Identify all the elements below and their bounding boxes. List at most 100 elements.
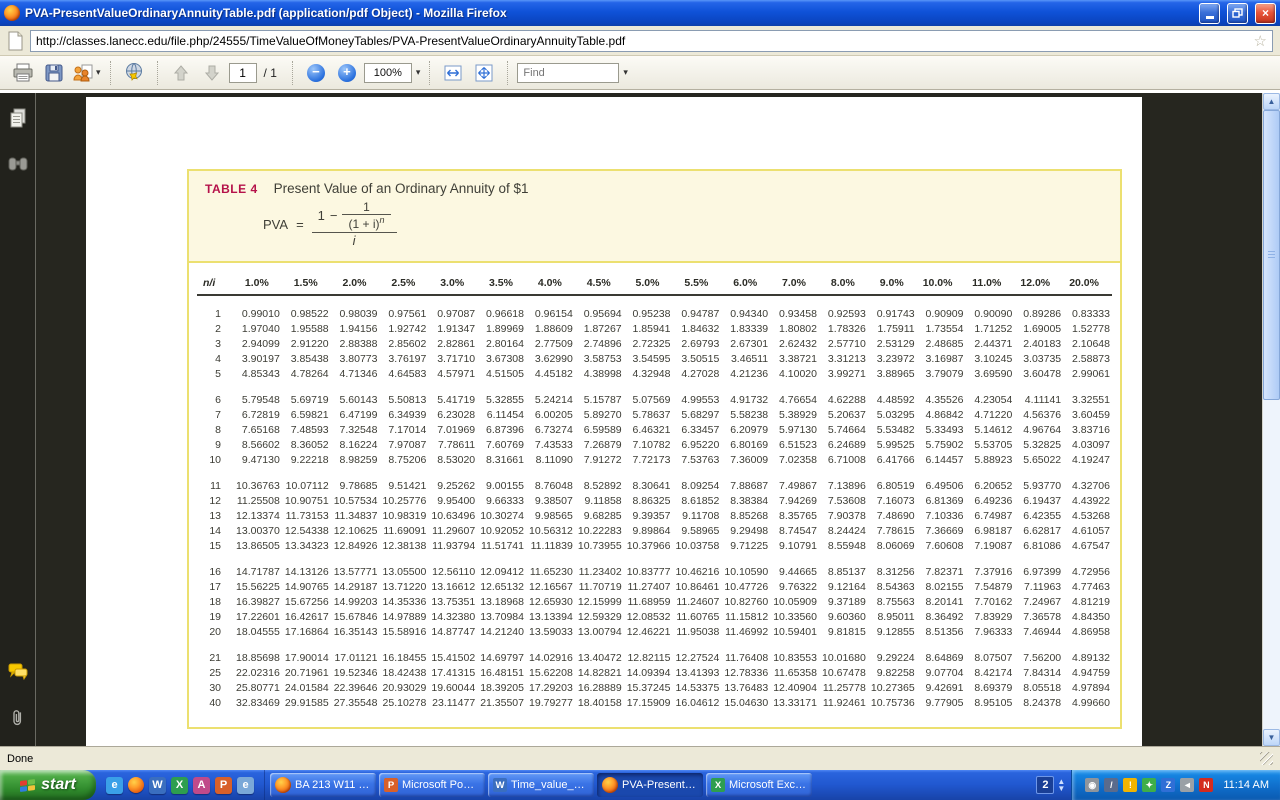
ie-icon[interactable]: e [106, 777, 123, 794]
table-number-label: TABLE 4 [205, 182, 258, 196]
formula-lhs: PVA [263, 217, 288, 232]
table-row: 1211.2550810.9075110.5753410.257769.9540… [197, 494, 1112, 509]
toolbar-separator [157, 61, 158, 85]
collaborate-icon [71, 63, 95, 83]
word-icon: W [493, 778, 507, 792]
device-icon[interactable]: ◉ [1085, 778, 1099, 792]
fit-page-button[interactable] [470, 59, 498, 87]
table-row: 1312.1337411.7315311.3483710.9831910.634… [197, 509, 1112, 524]
column-header: 4.5% [575, 277, 624, 289]
location-bar: ☆ [0, 26, 1280, 56]
page-number-input[interactable] [229, 63, 257, 83]
column-header: 11.0% [965, 277, 1014, 289]
scrollbar-thumb[interactable] [1263, 110, 1280, 400]
save-button[interactable] [40, 59, 68, 87]
column-header: 1.0% [233, 277, 282, 289]
zone-icon[interactable]: Z [1161, 778, 1175, 792]
find-dropdown-caret[interactable]: ▾ [623, 67, 628, 78]
comments-panel-button[interactable] [7, 662, 29, 685]
url-input[interactable] [30, 30, 1273, 52]
resize-grip[interactable] [1260, 752, 1273, 765]
status-bar: Done [0, 746, 1280, 770]
firefox-icon [275, 777, 291, 793]
scroll-up-arrow[interactable]: ▲ [1263, 93, 1280, 110]
pdf-sidebar [0, 93, 36, 746]
column-header: 4.0% [526, 277, 575, 289]
excel-icon[interactable]: X [171, 777, 188, 794]
web-button[interactable] [120, 59, 148, 87]
taskbar: start eWXAPe BA 213 W11 (Pasc...PMicroso… [0, 770, 1280, 800]
table-row: 1413.0037012.5433812.1062511.6909111.296… [197, 524, 1112, 539]
taskbar-button-label: Microsoft Excel - r... [729, 779, 807, 791]
attachments-panel-button[interactable] [10, 707, 26, 734]
table-row: 2018.0455517.1686416.3514315.5891614.877… [197, 625, 1112, 640]
pages-icon [8, 107, 28, 129]
taskbar-button-label: Microsoft PowerPo... [402, 779, 480, 791]
print-button[interactable] [9, 59, 37, 87]
pen-icon[interactable]: / [1104, 778, 1118, 792]
table-row: 76.728196.598216.471996.349396.230286.11… [197, 408, 1112, 423]
norton-icon[interactable]: N [1199, 778, 1213, 792]
minimize-button[interactable] [1199, 3, 1220, 24]
start-label: start [41, 776, 76, 794]
scrollbar-track[interactable] [1263, 110, 1280, 729]
zoom-level-select[interactable]: 100% [364, 63, 412, 83]
taskbar-button[interactable]: BA 213 W11 (Pasc... [270, 773, 376, 797]
table-row: 10.990100.985220.980390.975610.970870.96… [197, 307, 1112, 322]
powerpoint-icon[interactable]: P [215, 777, 232, 794]
column-header: n/i [197, 277, 233, 289]
column-header: 2.5% [379, 277, 428, 289]
column-header: 9.0% [868, 277, 917, 289]
taskbar-clock[interactable]: 11:14 AM [1223, 779, 1269, 791]
bookmark-star-icon[interactable]: ☆ [1254, 32, 1267, 50]
pdf-page: TABLE 4 Present Value of an Ordinary Ann… [86, 97, 1142, 746]
taskbar-button[interactable]: PMicrosoft PowerPo... [379, 773, 485, 797]
column-header: 10.0% [917, 277, 966, 289]
start-button[interactable]: start [0, 770, 96, 800]
find-input[interactable] [517, 63, 619, 83]
zoom-dropdown-caret[interactable]: ▾ [416, 67, 421, 78]
shield-icon[interactable]: ! [1123, 778, 1137, 792]
zoom-out-button[interactable]: − [302, 59, 330, 87]
restore-button[interactable] [1227, 3, 1248, 24]
previous-page-button[interactable] [167, 59, 195, 87]
taskbar-button[interactable]: PVA-PresentValue... [597, 773, 703, 797]
access-icon[interactable]: A [193, 777, 210, 794]
close-button[interactable]: × [1255, 3, 1276, 24]
column-header: 5.0% [624, 277, 673, 289]
table-row: 1110.3676310.071129.786859.514219.252629… [197, 479, 1112, 494]
column-header: 12.0% [1014, 277, 1063, 289]
zoom-in-button[interactable]: + [333, 59, 361, 87]
firefox-icon[interactable] [128, 777, 144, 793]
grouped-windows-badge[interactable]: 2 [1036, 776, 1054, 794]
pva-formula: PVA = 1 − 1 (1 + i)n [263, 200, 1104, 249]
column-header: 3.0% [428, 277, 477, 289]
excel-icon: X [711, 778, 725, 792]
annuity-table-card: TABLE 4 Present Value of an Ordinary Ann… [187, 169, 1122, 729]
table-row: 32.940992.912202.883882.856022.828612.80… [197, 337, 1112, 352]
updates-icon[interactable]: ✦ [1142, 778, 1156, 792]
system-tray: ◉ /! ✦ Z ◄ N 11:14 AM [1071, 770, 1280, 800]
formula-inner-denominator: (1 + i)n [342, 214, 390, 231]
scroll-down-arrow[interactable]: ▼ [1263, 729, 1280, 746]
collaborate-button[interactable]: ▾ [71, 59, 101, 87]
ie-channel-icon[interactable]: e [237, 777, 254, 794]
toolbar-separator [507, 61, 508, 85]
content-area: TABLE 4 Present Value of an Ordinary Ann… [0, 90, 1280, 746]
binoculars-icon [7, 156, 29, 172]
volume-icon[interactable]: ◄ [1180, 778, 1194, 792]
taskbar-chevron[interactable]: ▲▼ [1057, 778, 1065, 792]
zoom-out-icon: − [307, 64, 325, 82]
fit-width-button[interactable] [439, 59, 467, 87]
taskbar-button[interactable]: WTime_value_of_mo... [488, 773, 594, 797]
pages-panel-button[interactable] [8, 107, 28, 134]
next-page-button[interactable] [198, 59, 226, 87]
search-panel-button[interactable] [7, 156, 29, 177]
word-icon[interactable]: W [149, 777, 166, 794]
annuity-table-body: 10.990100.985220.980390.975610.970870.96… [197, 307, 1112, 711]
column-header: 1.5% [282, 277, 331, 289]
table-row: 1816.3982715.6725614.9920314.3533613.753… [197, 595, 1112, 610]
taskbar-button[interactable]: X Microsoft Excel - r... [706, 773, 812, 797]
title-bar: PVA-PresentValueOrdinaryAnnuityTable.pdf… [0, 0, 1280, 26]
print-icon [12, 63, 34, 83]
